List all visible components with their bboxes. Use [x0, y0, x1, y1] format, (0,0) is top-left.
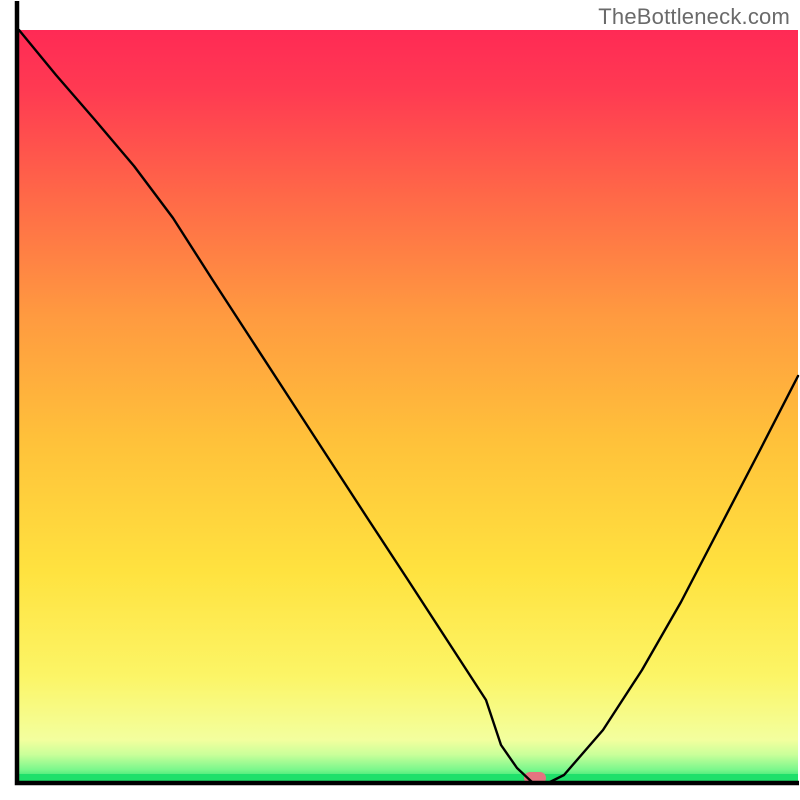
watermark-text: TheBottleneck.com	[598, 4, 790, 30]
bottleneck-chart	[0, 0, 800, 800]
chart-stage: TheBottleneck.com	[0, 0, 800, 800]
gradient-background	[19, 30, 798, 781]
